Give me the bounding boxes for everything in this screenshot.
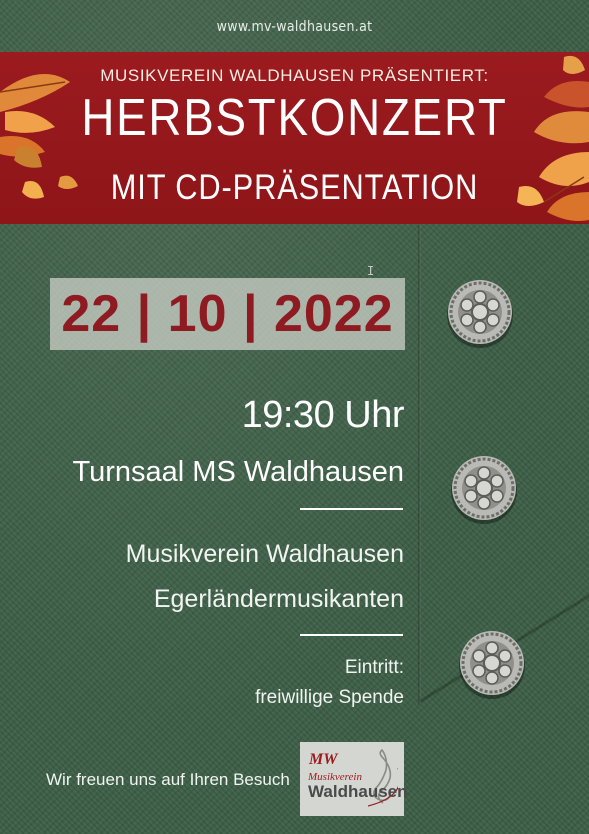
date-box: 22 | 10 | 2022 (50, 278, 405, 350)
club-logo: MW Musikverein Waldhausen (300, 742, 408, 816)
title-banner: MUSIKVEREIN WALDHAUSEN PRÄSENTIERT: HERB… (0, 52, 589, 224)
greeting-text: Wir freuen uns auf Ihren Besuch (46, 770, 290, 789)
divider (300, 634, 403, 636)
logo-mark: MW (309, 751, 338, 768)
event-date: 22 | 10 | 2022 (61, 285, 394, 343)
text-cursor-icon: I (367, 264, 375, 278)
presenter-line: MUSIKVEREIN WALDHAUSEN PRÄSENTIERT: (100, 66, 489, 85)
website-url[interactable]: www.mv-waldhausen.at (0, 19, 589, 35)
divider (300, 508, 403, 510)
event-venue: Turnsaal MS Waldhausen (72, 456, 404, 488)
event-time: 19:30 Uhr (241, 394, 405, 436)
trachten-button-icon (459, 631, 525, 699)
concert-title: HERBSTKONZERT (81, 89, 508, 147)
concert-poster: www.mv-waldhausen.at MUSIKVEREIN WALDHAU… (0, 0, 589, 834)
trachten-button-icon (447, 280, 513, 348)
logo-line-2: Waldhausen (308, 782, 408, 801)
performer-2: Egerländermusikanten (153, 585, 404, 613)
trachten-button-icon (451, 456, 517, 524)
entry-label: Eintritt: (344, 657, 404, 678)
jacket-seam (418, 225, 421, 705)
entry-value: freiwillige Spende (255, 687, 404, 708)
concert-subtitle: MIT CD-PRÄSENTATION (110, 168, 479, 207)
performer-1: Musikverein Waldhausen (125, 540, 404, 568)
